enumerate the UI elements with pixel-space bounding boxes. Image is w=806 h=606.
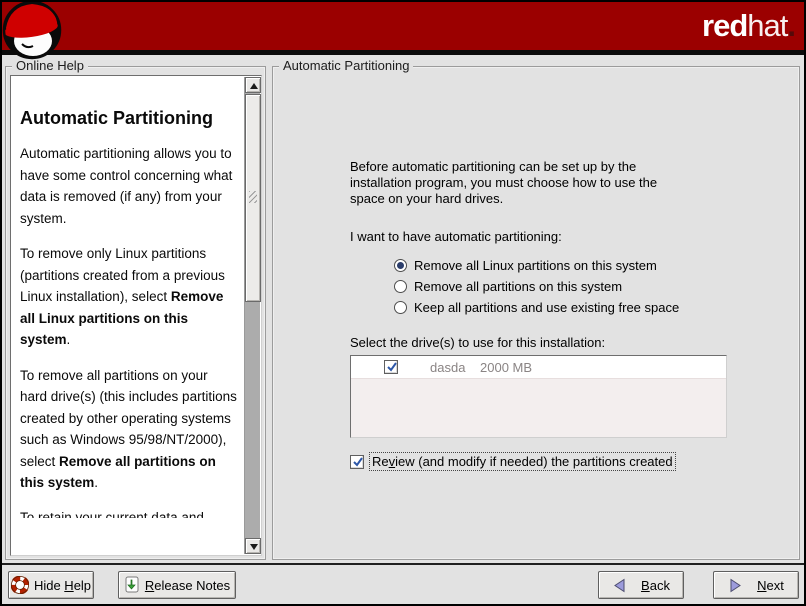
hide-help-label: Hide Help bbox=[34, 578, 91, 593]
arrow-right-icon bbox=[728, 578, 743, 593]
release-notes-button[interactable]: Release Notes bbox=[118, 571, 236, 599]
review-partitions-option[interactable]: Review (and modify if needed) the partit… bbox=[350, 452, 676, 471]
radio-remove-linux-partitions[interactable]: Remove all Linux partitions on this syst… bbox=[394, 255, 679, 276]
next-button[interactable]: Next bbox=[713, 571, 799, 599]
wordmark-hat: hat bbox=[747, 8, 787, 43]
redhat-shadowman-icon bbox=[2, 0, 66, 64]
drive-name: dasda bbox=[430, 360, 465, 375]
scroll-up-icon bbox=[250, 83, 258, 89]
back-button[interactable]: Back bbox=[598, 571, 684, 599]
radio-button-icon[interactable] bbox=[394, 301, 407, 314]
review-checkbox-label[interactable]: Review (and modify if needed) the partit… bbox=[369, 452, 676, 471]
drive-select-label: Select the drive(s) to use for this inst… bbox=[350, 335, 605, 350]
radio-label: Keep all partitions and use existing fre… bbox=[414, 300, 679, 315]
redhat-banner bbox=[2, 2, 804, 55]
release-notes-label: Release Notes bbox=[145, 578, 230, 593]
automatic-partitioning-frame-label: Automatic Partitioning bbox=[279, 58, 413, 74]
review-label-pre: Re bbox=[372, 454, 389, 469]
drive-row-dasda[interactable]: dasda 2000 MB bbox=[351, 356, 726, 379]
next-label: Next bbox=[757, 578, 784, 593]
review-checkbox[interactable] bbox=[350, 455, 364, 469]
wordmark-dot: . bbox=[787, 8, 795, 43]
scroll-down-icon bbox=[250, 544, 258, 550]
hide-help-button[interactable]: Hide Help bbox=[8, 571, 94, 599]
wordmark-red: red bbox=[702, 8, 747, 43]
scroll-down-button[interactable] bbox=[245, 538, 261, 554]
help-title: Automatic Partitioning bbox=[20, 107, 238, 129]
help-p2-period: . bbox=[67, 332, 71, 347]
arrow-left-icon bbox=[612, 578, 627, 593]
partitioning-radio-group: Remove all Linux partitions on this syst… bbox=[394, 255, 679, 318]
automatic-partitioning-frame: Automatic Partitioning Before automatic … bbox=[272, 66, 800, 560]
intro-text: Before automatic partitioning can be set… bbox=[350, 159, 682, 207]
drive-size: 2000 MB bbox=[480, 360, 532, 375]
help-panel: Automatic Partitioning Automatic partiti… bbox=[10, 75, 262, 556]
installer-window: redhat. Online Help Automatic Partitioni… bbox=[0, 0, 806, 606]
radio-keep-all-partitions[interactable]: Keep all partitions and use existing fre… bbox=[394, 297, 679, 318]
radio-label: Remove all Linux partitions on this syst… bbox=[414, 258, 657, 273]
redhat-wordmark: redhat. bbox=[702, 9, 795, 43]
help-text: Automatic Partitioning Automatic partiti… bbox=[12, 77, 244, 554]
online-help-frame: Online Help Automatic Partitioning Autom… bbox=[5, 66, 266, 560]
scroll-up-button[interactable] bbox=[245, 77, 261, 93]
scrollbar-thumb[interactable] bbox=[245, 94, 261, 302]
radio-remove-all-partitions[interactable]: Remove all partitions on this system bbox=[394, 276, 679, 297]
drive-checkbox[interactable] bbox=[384, 360, 398, 374]
drive-list[interactable]: dasda 2000 MB bbox=[350, 355, 727, 438]
help-paragraph-3: To remove all partitions on your hard dr… bbox=[20, 365, 238, 494]
help-paragraph-4-clipped: To retain your current data and bbox=[20, 507, 238, 518]
radio-label: Remove all partitions on this system bbox=[414, 279, 622, 294]
life-ring-icon bbox=[11, 576, 29, 594]
help-scrollbar[interactable] bbox=[244, 77, 260, 554]
radio-button-icon[interactable] bbox=[394, 280, 407, 293]
review-label-post: iew (and modify if needed) the partition… bbox=[395, 454, 673, 469]
back-label: Back bbox=[641, 578, 670, 593]
help-p3-period: . bbox=[94, 475, 98, 490]
release-notes-icon bbox=[124, 576, 140, 594]
help-paragraph-1: Automatic partitioning allows you to hav… bbox=[20, 143, 238, 229]
help-paragraph-2: To remove only Linux partitions (partiti… bbox=[20, 243, 238, 351]
radio-button-icon[interactable] bbox=[394, 259, 407, 272]
partitioning-question: I want to have automatic partitioning: bbox=[350, 229, 562, 244]
button-bar: Hide Help Release Notes Back Next bbox=[2, 563, 804, 604]
